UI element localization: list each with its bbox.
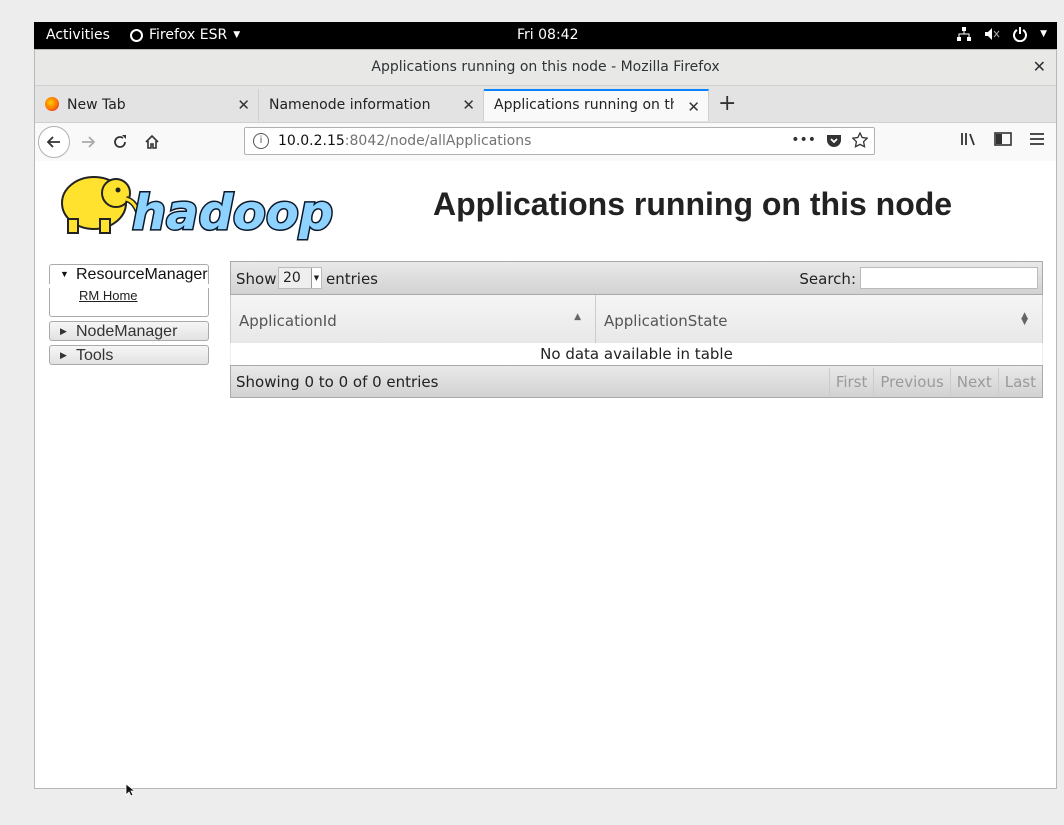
pocket-icon[interactable] bbox=[826, 132, 842, 148]
svg-text:hadoop: hadoop bbox=[132, 185, 333, 241]
close-window-icon[interactable]: ✕ bbox=[1033, 57, 1046, 76]
show-label: Show bbox=[236, 270, 277, 288]
nav-header-nodemanager[interactable]: ▶ NodeManager bbox=[49, 321, 209, 341]
page-actions-icon[interactable]: ••• bbox=[791, 132, 816, 148]
close-tab-icon[interactable]: ✕ bbox=[462, 96, 475, 114]
power-icon bbox=[1013, 27, 1028, 42]
column-label: ApplicationId bbox=[239, 312, 337, 330]
caret-down-icon: ▼ bbox=[60, 269, 69, 279]
app-menu[interactable]: Firefox ESR ▼ bbox=[130, 27, 240, 43]
url-path: :8042/node/allApplications bbox=[344, 133, 532, 149]
sort-both-icon: ▲ ▼ bbox=[1021, 311, 1028, 327]
firefox-icon bbox=[130, 28, 143, 42]
tab-applications[interactable]: Applications running on this n ✕ bbox=[484, 89, 709, 121]
window-title: Applications running on this node - Mozi… bbox=[371, 59, 720, 75]
nav-header-label: ResourceManager bbox=[76, 266, 208, 283]
table-toolbar: Show 20 ▼ entries Search: bbox=[230, 261, 1043, 295]
firefox-window: Applications running on this node - Mozi… bbox=[34, 49, 1057, 789]
sort-asc-icon: ▲ bbox=[574, 312, 581, 322]
table-header: ApplicationId ▲ ApplicationState ▲ ▼ bbox=[230, 295, 1043, 343]
tab-label: New Tab bbox=[67, 97, 126, 113]
tab-new-tab[interactable]: New Tab ✕ bbox=[35, 89, 259, 121]
window-titlebar: Applications running on this node - Mozi… bbox=[35, 50, 1056, 86]
rm-home-link[interactable]: RM Home bbox=[79, 288, 208, 303]
column-header-applicationid[interactable]: ApplicationId ▲ bbox=[231, 295, 596, 343]
chevron-down-icon: ▼ bbox=[1040, 29, 1047, 39]
column-label: ApplicationState bbox=[604, 312, 728, 330]
site-info-icon[interactable]: i bbox=[253, 133, 269, 149]
pagination: First Previous Next Last bbox=[828, 368, 1042, 396]
applications-table: Show 20 ▼ entries Search: ApplicationId … bbox=[230, 261, 1043, 398]
system-tray[interactable]: ▼ bbox=[956, 26, 1047, 42]
table-info: Showing 0 to 0 of 0 entries bbox=[236, 373, 439, 391]
page-size-select[interactable]: 20 ▼ bbox=[278, 267, 322, 289]
network-icon bbox=[957, 27, 972, 41]
reload-button[interactable] bbox=[108, 130, 132, 154]
address-bar[interactable]: i 10.0.2.15:8042/node/allApplications ••… bbox=[244, 127, 875, 155]
tab-namenode-information[interactable]: Namenode information ✕ bbox=[259, 89, 484, 121]
home-button[interactable] bbox=[140, 130, 164, 154]
url-host: 10.0.2.15 bbox=[278, 133, 345, 149]
close-tab-icon[interactable]: ✕ bbox=[237, 96, 250, 114]
reload-icon bbox=[114, 135, 126, 148]
nav-header-tools[interactable]: ▶ Tools bbox=[49, 345, 209, 365]
system-top-bar: Activities Firefox ESR ▼ Fri 08:42 ▼ bbox=[34, 22, 1057, 49]
tab-strip: New Tab ✕ Namenode information ✕ Applica… bbox=[35, 86, 1056, 123]
library-icon[interactable] bbox=[960, 131, 978, 147]
search-label: Search: bbox=[799, 270, 856, 288]
entries-label: entries bbox=[326, 270, 378, 288]
nav-header-label: Tools bbox=[76, 347, 114, 364]
volume-muted-icon bbox=[985, 28, 1000, 40]
caret-right-icon: ▶ bbox=[60, 350, 67, 360]
sidebar-icon[interactable] bbox=[994, 131, 1012, 147]
pager-last-button[interactable]: Last bbox=[997, 368, 1042, 396]
hadoop-logo[interactable]: hadoop bbox=[52, 169, 352, 243]
pager-previous-button[interactable]: Previous bbox=[873, 368, 949, 396]
app-menu-label: Firefox ESR bbox=[149, 27, 228, 43]
clock[interactable]: Fri 08:42 bbox=[517, 27, 578, 43]
pager-next-button[interactable]: Next bbox=[949, 368, 998, 396]
select-arrow-icon: ▼ bbox=[311, 268, 321, 288]
hamburger-menu-icon[interactable] bbox=[1028, 131, 1046, 147]
page-content: hadoop Applications running on this node… bbox=[35, 161, 1056, 788]
forward-button[interactable] bbox=[76, 130, 100, 154]
mouse-cursor-icon bbox=[125, 783, 135, 797]
bookmark-star-icon[interactable] bbox=[852, 132, 868, 148]
firefox-favicon-icon bbox=[45, 97, 59, 111]
navigation-toolbar: i 10.0.2.15:8042/node/allApplications ••… bbox=[35, 123, 1056, 162]
table-footer: Showing 0 to 0 of 0 entries First Previo… bbox=[230, 365, 1043, 398]
activities-button[interactable]: Activities bbox=[46, 27, 110, 43]
empty-table-message: No data available in table bbox=[230, 343, 1043, 365]
back-arrow-icon bbox=[46, 136, 60, 148]
caret-right-icon: ▶ bbox=[60, 326, 67, 336]
home-icon bbox=[145, 134, 159, 149]
nav-panel-resourcemanager: RM Home bbox=[49, 288, 209, 317]
tab-label: Applications running on this n bbox=[494, 97, 674, 113]
page-size-value: 20 bbox=[283, 270, 301, 286]
new-tab-plus-icon[interactable]: + bbox=[718, 91, 736, 116]
chevron-down-icon: ▼ bbox=[233, 30, 241, 40]
back-button[interactable] bbox=[38, 126, 70, 158]
nav-header-resourcemanager[interactable]: ▼ ResourceManager bbox=[49, 264, 209, 284]
close-tab-icon[interactable]: ✕ bbox=[687, 98, 700, 116]
sidebar-nav: ▼ ResourceManager RM Home ▶ NodeManager … bbox=[49, 264, 209, 369]
tab-label: Namenode information bbox=[269, 97, 431, 113]
search-input[interactable] bbox=[860, 267, 1038, 289]
page-title: Applications running on this node bbox=[433, 186, 953, 222]
forward-arrow-icon bbox=[82, 136, 96, 148]
url-text[interactable]: 10.0.2.15:8042/node/allApplications bbox=[278, 133, 531, 149]
nav-header-label: NodeManager bbox=[76, 323, 178, 340]
pager-first-button[interactable]: First bbox=[828, 368, 874, 396]
column-header-applicationstate[interactable]: ApplicationState ▲ ▼ bbox=[596, 295, 1042, 343]
